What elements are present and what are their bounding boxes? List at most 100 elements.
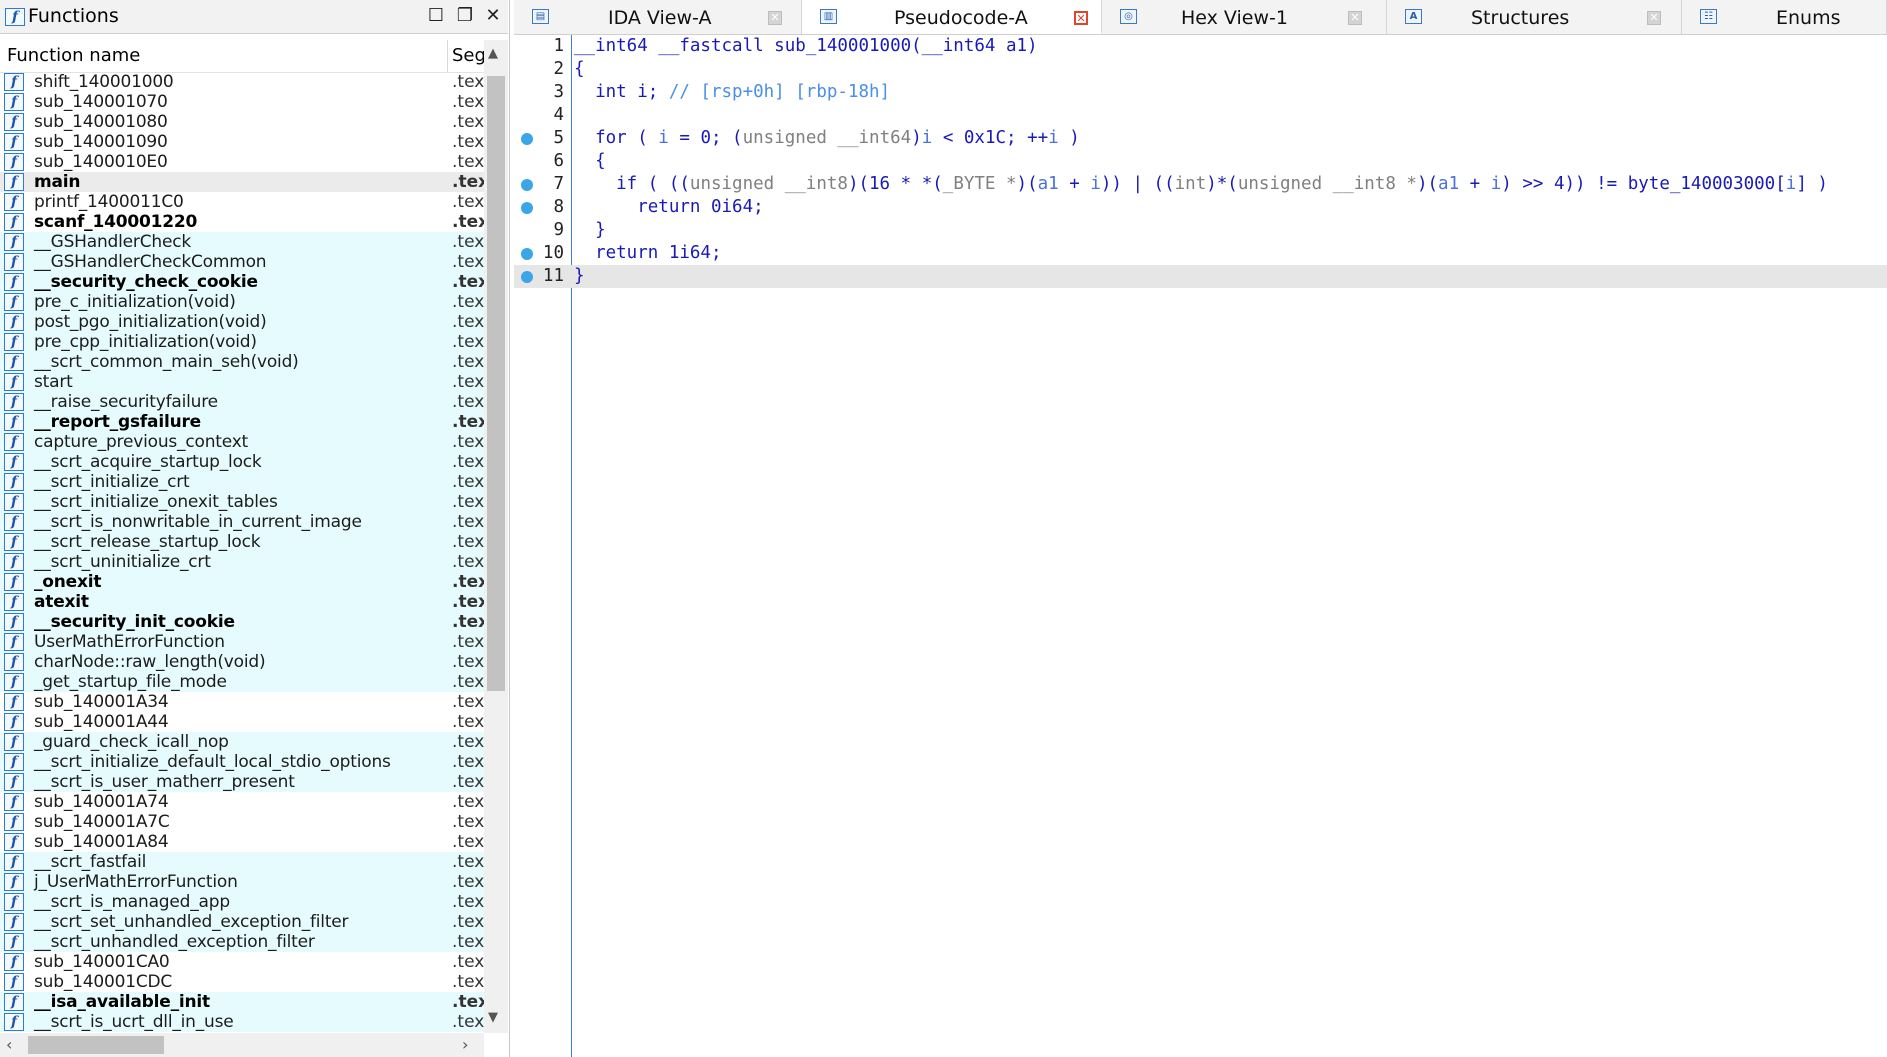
tab-close-icon[interactable]: ✕ [768, 11, 782, 25]
line-number: 4 [553, 105, 564, 125]
function-row[interactable]: f __scrt_is_nonwritable_in_current_image.… [0, 512, 484, 532]
restore-icon[interactable]: ❐ [455, 6, 475, 26]
vertical-scroll-thumb[interactable] [487, 76, 505, 691]
function-row[interactable]: f charNode::raw_length(void) .tex [0, 652, 484, 672]
code-token: int [1174, 174, 1207, 194]
function-row[interactable]: f __raise_securityfailure .tex [0, 392, 484, 412]
code-line[interactable]: 4 [514, 104, 1887, 127]
function-row[interactable]: f capture_previous_context .tex [0, 432, 484, 452]
function-row[interactable]: f _get_startup_file_mode .tex [0, 672, 484, 692]
horizontal-scroll-thumb[interactable] [28, 1036, 164, 1054]
code-token: ] ) [1796, 174, 1828, 194]
function-row[interactable]: f sub_140001A74 .tex [0, 792, 484, 812]
function-row[interactable]: f __security_check_cookie .tex [0, 272, 484, 292]
tab-close-icon[interactable]: ✕ [1647, 11, 1661, 25]
function-row[interactable]: f __scrt_release_startup_lock .tex [0, 532, 484, 552]
tab-ida-view-a[interactable]: ▤ IDA View-A ✕ [514, 0, 802, 34]
function-row[interactable]: f __scrt_is_user_matherr_present .tex [0, 772, 484, 792]
functions-horizontal-scrollbar[interactable]: ‹ › [0, 1033, 484, 1057]
function-row[interactable]: f sub_140001CDC .tex [0, 972, 484, 992]
line-number: 11 [542, 266, 564, 286]
function-row[interactable]: f __GSHandlerCheck .tex [0, 232, 484, 252]
function-row[interactable]: f __scrt_is_managed_app .tex [0, 892, 484, 912]
function-segment: .tex [452, 632, 484, 652]
tab-close-icon[interactable]: ✕ [1348, 11, 1362, 25]
function-row[interactable]: f sub_140001A84 .tex [0, 832, 484, 852]
function-row[interactable]: f sub_140001080 .tex [0, 112, 484, 132]
pseudocode-view[interactable]: 1 __int64 __fastcall sub_140001000(__int6… [514, 35, 1887, 1057]
function-row[interactable]: f __isa_available_init .tex [0, 992, 484, 1012]
function-row[interactable]: f __scrt_common_main_seh(void) .tex [0, 352, 484, 372]
function-row[interactable]: f post_pgo_initialization(void) .tex [0, 312, 484, 332]
function-row[interactable]: f __scrt_unhandled_exception_filter .tex [0, 932, 484, 952]
tab-pseudocode-a[interactable]: ▥ Pseudocode-A ✕ [802, 0, 1102, 34]
function-row[interactable]: f UserMathErrorFunction .tex [0, 632, 484, 652]
function-row[interactable]: f __scrt_acquire_startup_lock .tex [0, 452, 484, 472]
function-row[interactable]: f sub_140001CA0 .tex [0, 952, 484, 972]
column-divider[interactable] [447, 40, 448, 72]
function-row[interactable]: f atexit .tex [0, 592, 484, 612]
code-line[interactable]: 5 for ( i = 0; (unsigned __int64)i < 0x1… [514, 127, 1887, 150]
column-segment[interactable]: Seg [452, 45, 486, 66]
function-row[interactable]: f sub_140001A34 .tex [0, 692, 484, 712]
function-row[interactable]: f __scrt_initialize_default_local_stdio_o… [0, 752, 484, 772]
function-row[interactable]: f pre_cpp_initialization(void) .tex [0, 332, 484, 352]
function-name: __scrt_is_managed_app [34, 892, 230, 912]
function-icon: f [4, 493, 24, 511]
function-row[interactable]: f __scrt_fastfail .tex [0, 852, 484, 872]
function-row[interactable]: f __scrt_is_ucrt_dll_in_use .tex [0, 1012, 484, 1032]
function-row[interactable]: f shift_140001000 .tex [0, 72, 484, 92]
tab-hex-view-1[interactable]: ◎ Hex View-1 ✕ [1102, 0, 1387, 34]
function-row[interactable]: f __security_init_cookie .tex [0, 612, 484, 632]
code-line[interactable]: 9 } [514, 219, 1887, 242]
function-row[interactable]: f start .tex [0, 372, 484, 392]
tab-close-icon[interactable]: ✕ [1074, 11, 1088, 25]
tab-label: Hex View-1 [1181, 7, 1288, 29]
code-line[interactable]: 3 int i; // [rsp+0h] [rbp-18h] [514, 81, 1887, 104]
scroll-left-icon[interactable]: ‹ [6, 1035, 12, 1054]
maximize-icon[interactable]: ☐ [426, 6, 446, 26]
function-row[interactable]: f sub_140001070 .tex [0, 92, 484, 112]
tab-enums[interactable]: ☷ Enums [1682, 0, 1887, 34]
function-row[interactable]: f scanf_140001220 .tex [0, 212, 484, 232]
function-icon: f [4, 993, 24, 1011]
function-row[interactable]: f __scrt_uninitialize_crt .tex [0, 552, 484, 572]
function-row[interactable]: f _guard_check_icall_nop .tex [0, 732, 484, 752]
function-row[interactable]: f sub_140001A44 .tex [0, 712, 484, 732]
function-row[interactable]: f _onexit .tex [0, 572, 484, 592]
function-name: shift_140001000 [34, 72, 174, 92]
scroll-right-icon[interactable]: › [462, 1035, 468, 1054]
function-row[interactable]: f pre_c_initialization(void) .tex [0, 292, 484, 312]
function-row[interactable]: f sub_140001090 .tex [0, 132, 484, 152]
function-row[interactable]: f __scrt_initialize_crt .tex [0, 472, 484, 492]
tab-label: Structures [1471, 7, 1570, 29]
close-icon[interactable]: ✕ [483, 6, 503, 26]
function-row[interactable]: f __scrt_set_unhandled_exception_filter .t… [0, 912, 484, 932]
code-line[interactable]: 7 if ( ((unsigned __int8)(16 * *(_BYTE *… [514, 173, 1887, 196]
code-text: } [574, 219, 606, 242]
function-name: __GSHandlerCheck [34, 232, 191, 252]
function-row[interactable]: f printf_1400011C0 .tex [0, 192, 484, 212]
function-row[interactable]: f __scrt_initialize_onexit_tables .tex [0, 492, 484, 512]
code-line[interactable]: 8 return 0i64; [514, 196, 1887, 219]
function-row[interactable]: f j_UserMathErrorFunction .tex [0, 872, 484, 892]
function-name: scanf_140001220 [34, 212, 198, 232]
enums-icon: ☷ [1700, 9, 1717, 24]
code-line[interactable]: 10 return 1i64; [514, 242, 1887, 265]
scroll-down-icon[interactable]: ▼ [488, 1010, 498, 1025]
functions-vertical-scrollbar[interactable]: ▲ ▼ [484, 40, 508, 1033]
column-function-name[interactable]: Function name [7, 45, 140, 66]
scroll-up-icon[interactable]: ▲ [488, 46, 498, 61]
code-token: i [658, 128, 669, 148]
function-row[interactable]: f sub_1400010E0 .tex [0, 152, 484, 172]
function-row[interactable]: f sub_140001A7C .tex [0, 812, 484, 832]
function-row[interactable]: f main .tex [0, 172, 484, 192]
function-row[interactable]: f __GSHandlerCheckCommon .tex [0, 252, 484, 272]
function-row[interactable]: f __report_gsfailure .tex [0, 412, 484, 432]
function-icon: f [4, 193, 24, 211]
code-line[interactable]: 11} [514, 265, 1887, 288]
code-line[interactable]: 1 __int64 __fastcall sub_140001000(__int6… [514, 35, 1887, 58]
code-line[interactable]: 2{ [514, 58, 1887, 81]
tab-structures[interactable]: A Structures ✕ [1387, 0, 1682, 34]
code-line[interactable]: 6 { [514, 150, 1887, 173]
